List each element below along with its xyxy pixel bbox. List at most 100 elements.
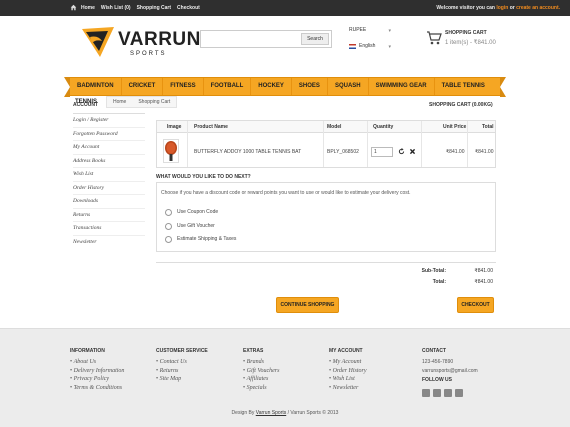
checkout-button[interactable]: CHECKOUT [457, 297, 494, 313]
voucher-radio[interactable] [165, 223, 172, 230]
footer-link-privacy[interactable]: Privacy Policy [70, 375, 124, 384]
footer-link-my-account[interactable]: My Account [329, 358, 367, 367]
login-link[interactable]: login [496, 5, 508, 11]
top-links: Home Wish List (0) Shopping Cart Checkou… [81, 5, 200, 11]
sidebar-item-transactions[interactable]: Transactions [73, 222, 145, 236]
refresh-icon[interactable] [398, 148, 405, 155]
googleplus-icon[interactable] [444, 389, 452, 397]
footer-heading: CONTACT [422, 348, 447, 354]
nav-item-table-tennis[interactable]: TABLE TENNIS [435, 78, 492, 95]
subtotal-value: ₹841.00 [474, 268, 493, 274]
nav-item-hockey[interactable]: HOCKEY [251, 78, 292, 95]
shipping-radio[interactable] [165, 236, 172, 243]
logo[interactable]: VARRUN SPORTS [80, 25, 200, 59]
nav-item-football[interactable]: FOOTBALL [204, 78, 252, 95]
product-name[interactable]: BUTTERFLY ADDOY 1000 TABLE TENNIS BAT [194, 149, 301, 155]
sidebar-heading: ACCOUNT [73, 102, 145, 114]
contact-email[interactable]: varrunsports@gmail.com [422, 367, 478, 376]
chevron-down-icon: ▾ [388, 28, 391, 34]
footer-credit: Design By Varrun Sports / Varrun Sports … [0, 410, 570, 416]
create-account-link[interactable]: create an account. [516, 5, 560, 11]
product-model: BPLY_068502 [327, 149, 359, 155]
footer-heading: INFORMATION [70, 348, 105, 354]
sidebar-item-wish-list[interactable]: Wish List [73, 168, 145, 182]
footer-information: INFORMATION About Us Delivery Informatio… [70, 348, 124, 392]
nav-item-squash[interactable]: SQUASH [328, 78, 369, 95]
continue-shopping-button[interactable]: CONTINUE SHOPPING [276, 297, 339, 313]
next-description: Choose if you have a discount code or re… [161, 190, 411, 196]
footer-link-sitemap[interactable]: Site Map [156, 375, 208, 384]
currency-value: RUPEE [349, 27, 367, 33]
facebook-icon[interactable] [422, 389, 430, 397]
nav-item-badminton[interactable]: BADMINTON [70, 78, 122, 95]
footer-link-brands[interactable]: Brands [243, 358, 279, 367]
home-icon[interactable] [70, 4, 77, 11]
language-select[interactable]: English ▾ [349, 43, 391, 52]
row-total: ₹841.00 [475, 149, 494, 155]
header-cart[interactable]: SHOPPING CART 1 item(s) - ₹841.00 [426, 29, 516, 51]
social-icons [422, 389, 463, 397]
sidebar-item-forgotten-password[interactable]: Forgotten Password [73, 128, 145, 141]
currency-select[interactable]: RUPEE ▾ [349, 27, 391, 36]
coupon-label[interactable]: Use Coupon Code [177, 209, 218, 215]
nav-item-fitness[interactable]: FITNESS [163, 78, 204, 95]
welcome-message: Welcome visitor you can login or create … [436, 5, 560, 11]
top-link-cart[interactable]: Shopping Cart [137, 5, 171, 11]
footer-link-order-history[interactable]: Order History [329, 367, 367, 376]
category-nav: BADMINTON CRICKET FITNESS FOOTBALL HOCKE… [70, 77, 500, 96]
footer-link-contact[interactable]: Contact Us [156, 358, 208, 367]
flag-icon [349, 44, 356, 49]
sidebar-item-newsletter[interactable]: Newsletter [73, 236, 145, 250]
search-button[interactable]: Search [301, 33, 329, 45]
sidebar-item-my-account[interactable]: My Account [73, 141, 145, 155]
nav-item-swimming-gear[interactable]: SWIMMING GEAR [369, 78, 435, 95]
remove-icon[interactable] [409, 148, 416, 155]
page-title: SHOPPING CART (0.00KG) [429, 102, 493, 108]
logo-subtitle: SPORTS [130, 51, 167, 57]
credit-prefix: Design By [231, 410, 255, 416]
sidebar-item-returns[interactable]: Returns [73, 209, 145, 222]
nav-ribbon-right [500, 77, 506, 97]
footer-link-delivery[interactable]: Delivery Information [70, 367, 125, 376]
cart-table: Image Product Name Model Quantity Unit P… [156, 120, 496, 168]
top-link-home[interactable]: Home [81, 5, 95, 11]
sidebar-item-login[interactable]: Login / Register [73, 114, 145, 128]
search-input[interactable] [203, 33, 299, 45]
product-thumbnail[interactable] [163, 139, 179, 163]
footer-heading: EXTRAS [243, 348, 264, 354]
total-value: ₹841.00 [474, 279, 493, 285]
voucher-label[interactable]: Use Gift Voucher [177, 223, 215, 229]
shipping-label[interactable]: Estimate Shipping & Taxes [177, 236, 236, 242]
footer-link-terms[interactable]: Terms & Conditions [70, 384, 124, 393]
account-sidebar: ACCOUNT Login / Register Forgotten Passw… [73, 102, 145, 249]
footer-extras: EXTRAS Brands Gift Vouchers Affiliates S… [243, 348, 279, 392]
contact-phone: 123-456-7890 [422, 359, 454, 365]
nav-item-shoes[interactable]: SHOES [292, 78, 328, 95]
footer-link-affiliates[interactable]: Affiliates [243, 375, 279, 384]
sidebar-item-downloads[interactable]: Downloads [73, 195, 145, 209]
cart-totals: Sub-Total: ₹841.00 Total: ₹841.00 [156, 262, 496, 292]
twitter-icon[interactable] [433, 389, 441, 397]
vimeo-icon[interactable] [455, 389, 463, 397]
footer-link-gift-vouchers[interactable]: Gift Vouchers [243, 367, 280, 376]
total-label: Total: [432, 279, 446, 285]
welcome-text: Welcome visitor you can [436, 5, 495, 11]
sidebar-item-address-books[interactable]: Address Books [73, 155, 145, 168]
footer-link-wish-list[interactable]: Wish List [329, 375, 367, 384]
col-image: Image [167, 124, 182, 130]
nav-item-cricket[interactable]: CRICKET [122, 78, 164, 95]
coupon-radio[interactable] [165, 209, 172, 216]
sidebar-item-order-history[interactable]: Order History [73, 182, 145, 195]
footer-link-specials[interactable]: Specials [243, 384, 279, 393]
follow-heading: FOLLOW US [422, 377, 452, 383]
footer-link-returns[interactable]: Returns [156, 367, 208, 376]
footer-heading: CUSTOMER SERVICE [156, 348, 208, 354]
footer-heading: MY ACCOUNT [329, 348, 363, 354]
credit-link[interactable]: Varrun Sports [256, 410, 286, 416]
quantity-input[interactable]: 1 [371, 147, 393, 157]
top-link-checkout[interactable]: Checkout [177, 5, 200, 11]
footer-my-account: MY ACCOUNT My Account Order History Wish… [329, 348, 367, 392]
footer-link-about[interactable]: About Us [70, 358, 124, 367]
top-link-wishlist[interactable]: Wish List (0) [101, 5, 131, 11]
footer-link-newsletter[interactable]: Newsletter [329, 384, 367, 393]
